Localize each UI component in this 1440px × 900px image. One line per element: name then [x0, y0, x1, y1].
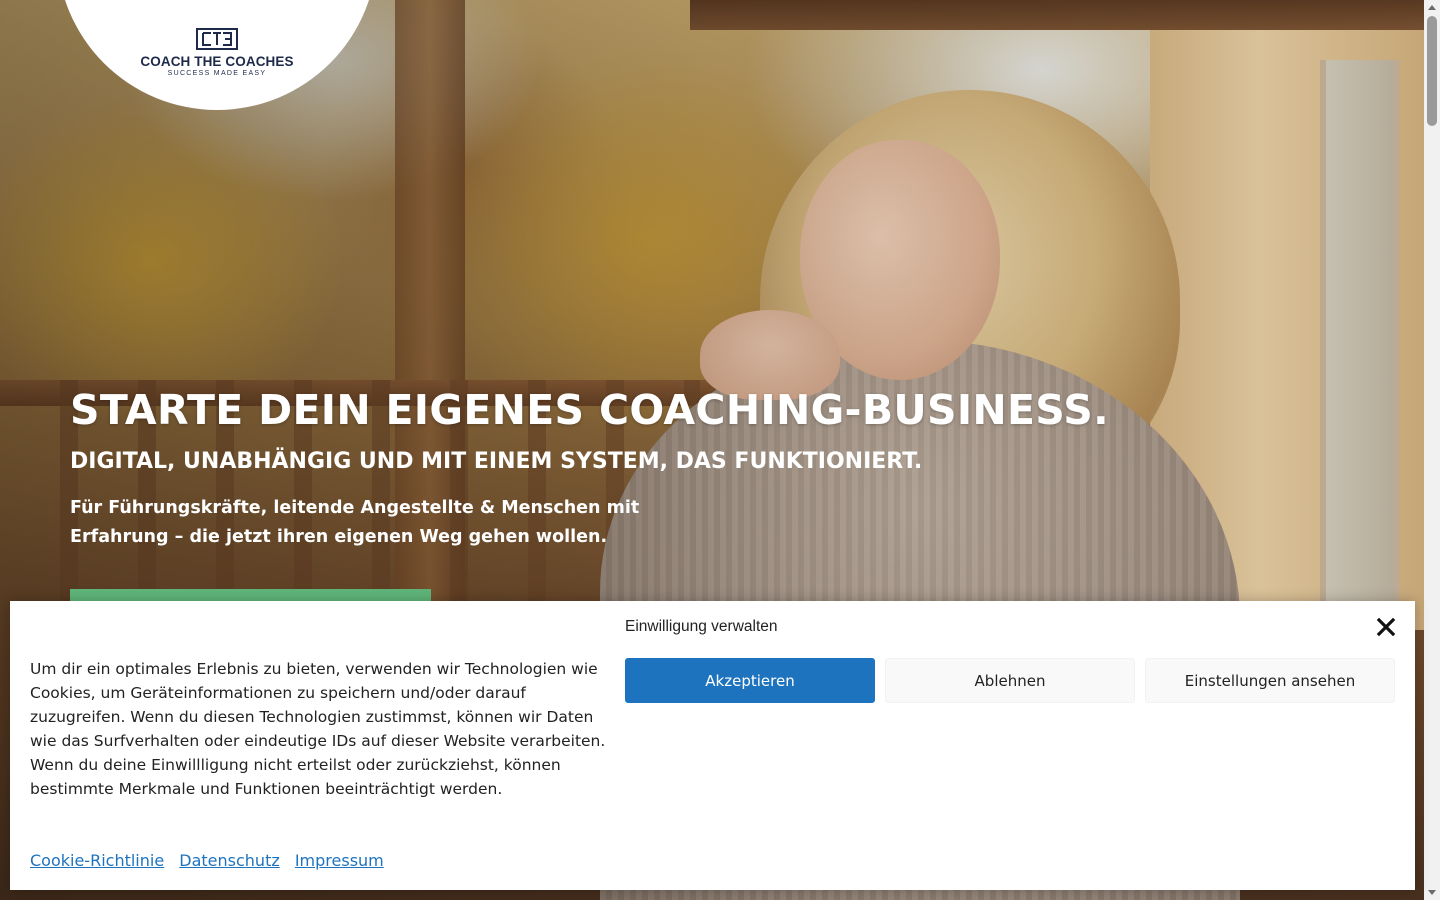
logo-tagline: SUCCESS MADE EASY — [167, 70, 267, 77]
cookie-policy-link[interactable]: Cookie-Richtlinie — [30, 851, 164, 870]
close-icon[interactable] — [1374, 615, 1398, 639]
cookie-banner-text: Um dir ein optimales Erlebnis zu bieten,… — [30, 660, 606, 798]
scroll-down-arrow-icon[interactable] — [1428, 890, 1436, 895]
cookie-consent-banner: Einwilligung verwalten Um dir ein optima… — [10, 601, 1415, 890]
cookie-banner-links: Cookie-Richtlinie Datenschutz Impressum — [30, 851, 394, 870]
imprint-link[interactable]: Impressum — [295, 851, 384, 870]
hero-description: Für Führungskräfte, leitende Angestellte… — [70, 498, 640, 547]
site-logo[interactable]: COACH THE COACHES SUCCESS MADE EASY — [137, 28, 297, 77]
scroll-thumb[interactable] — [1427, 16, 1437, 126]
privacy-link[interactable]: Datenschutz — [179, 851, 279, 870]
logo-name: COACH THE COACHES — [140, 54, 294, 69]
deny-button[interactable]: Ablehnen — [885, 658, 1135, 703]
hero-subtitle: DIGITAL, UNABHÄNGIG UND MIT EINEM SYSTEM… — [70, 449, 923, 474]
view-preferences-button[interactable]: Einstellungen ansehen — [1145, 658, 1395, 703]
hero-text: STARTE DEIN EIGENES COACHING-BUSINESS. D… — [70, 386, 1109, 552]
logo-mark-icon — [196, 28, 238, 50]
page-scrollbar[interactable] — [1424, 0, 1440, 900]
hero-title: STARTE DEIN EIGENES COACHING-BUSINESS. — [70, 386, 1110, 434]
scroll-up-arrow-icon[interactable] — [1428, 5, 1436, 10]
cookie-banner-title: Einwilligung verwalten — [625, 618, 778, 635]
accept-button[interactable]: Akzeptieren — [625, 658, 875, 703]
